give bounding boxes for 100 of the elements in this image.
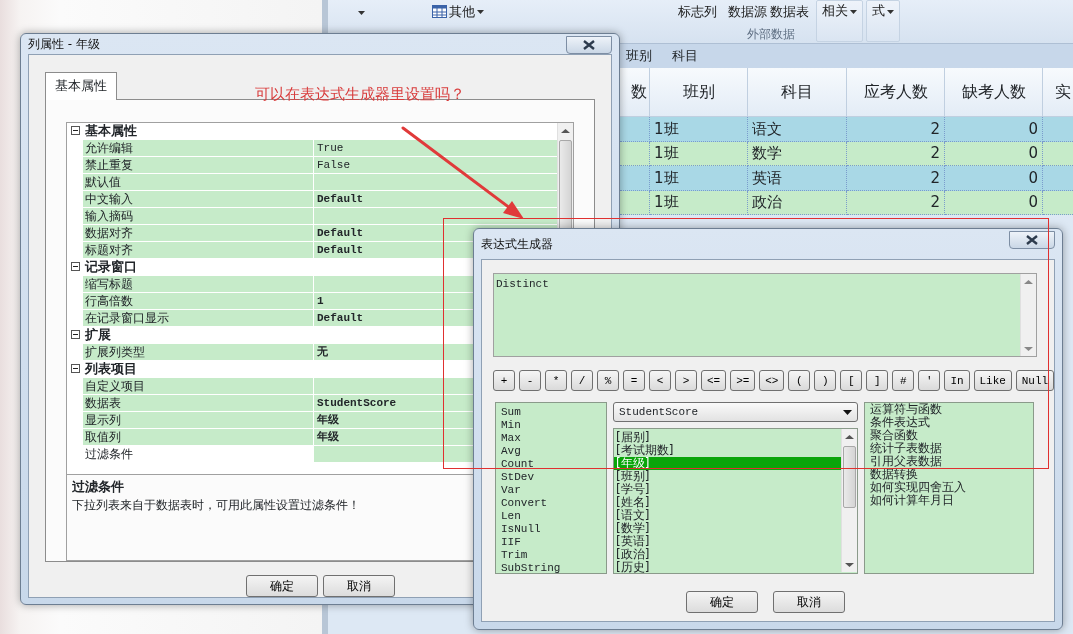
table-cell: 1班	[650, 117, 748, 142]
column-header[interactable]: 科目	[748, 68, 847, 117]
list-item[interactable]: [政治]	[614, 548, 841, 561]
table-cell	[1043, 190, 1073, 215]
table-dropdown[interactable]: StudentScore	[613, 402, 858, 422]
close-button[interactable]	[566, 36, 612, 54]
list-item[interactable]: IIF	[499, 536, 603, 549]
table-cell: 1班	[650, 166, 748, 191]
table-cell: 数学	[748, 141, 847, 166]
list-item[interactable]: [数学]	[614, 522, 841, 535]
column-header[interactable]: 实	[1043, 68, 1073, 117]
list-item[interactable]: SubString	[499, 562, 603, 573]
operator-button[interactable]: %	[597, 370, 619, 391]
table-cell: 0	[945, 117, 1043, 142]
close-icon	[1026, 235, 1038, 245]
category-label: 基本属性	[84, 122, 137, 139]
tab[interactable]: 基本属性	[45, 72, 117, 100]
table-cell: 1班	[650, 141, 748, 166]
group-by-field[interactable]: 班别	[626, 46, 652, 66]
table-cell	[620, 117, 650, 142]
scrollbar[interactable]	[841, 429, 857, 572]
table-cell	[1043, 166, 1073, 191]
description-title: 过滤条件	[72, 477, 124, 496]
list-item[interactable]: [班别]	[614, 470, 841, 483]
operator-button[interactable]: >	[675, 370, 697, 391]
list-item[interactable]: 条件表达式	[868, 416, 932, 429]
operator-button[interactable]: /	[571, 370, 593, 391]
operator-button[interactable]: *	[545, 370, 567, 391]
table-cell	[620, 141, 650, 166]
operator-button[interactable]: #	[892, 370, 915, 391]
dialog-button[interactable]: 取消	[322, 574, 395, 597]
ribbon-button[interactable]: 标志列	[678, 2, 717, 22]
operator-button[interactable]: In	[944, 370, 970, 391]
list-item[interactable]: 引用父表数据	[868, 455, 944, 468]
operator-button[interactable]: Like	[973, 370, 1012, 391]
table-icon	[432, 5, 447, 19]
table-cell	[1043, 141, 1073, 166]
ribbon-button[interactable]: 相关	[816, 0, 863, 42]
dialog-button[interactable]: 取消	[773, 591, 845, 613]
close-button[interactable]	[1009, 231, 1055, 249]
operator-button[interactable]: >=	[730, 370, 756, 391]
ribbon-button[interactable]: 其他	[432, 2, 484, 22]
column-header[interactable]: 班别	[650, 68, 748, 117]
table-cell: 2	[847, 166, 945, 191]
list-item[interactable]: Convert	[499, 497, 603, 510]
operator-button[interactable]: ]	[866, 370, 889, 391]
table-cell	[620, 166, 650, 191]
ribbon-button[interactable]: 数据源	[728, 2, 767, 22]
dialog-button[interactable]: 确定	[245, 574, 318, 597]
category-label: 列表项目	[84, 360, 137, 377]
operator-button[interactable]: <=	[701, 370, 727, 391]
list-item[interactable]: Avg	[499, 445, 603, 458]
list-item[interactable]: Len	[499, 510, 603, 523]
ribbon-button[interactable]: 数据表	[770, 2, 809, 22]
operator-button[interactable]: =	[623, 370, 645, 391]
list-item[interactable]: 数据转换	[868, 468, 920, 481]
column-header[interactable]: 数	[620, 68, 650, 117]
table-cell: 2	[847, 141, 945, 166]
operator-button[interactable]: <>	[759, 370, 785, 391]
list-item[interactable]: 统计子表数据	[868, 442, 944, 455]
table-cell	[620, 190, 650, 215]
table-cell: 1班	[650, 190, 748, 215]
list-item[interactable]: [英语]	[614, 535, 841, 548]
list-item[interactable]: Trim	[499, 549, 603, 562]
table-cell: 2	[847, 117, 945, 142]
list-item[interactable]: 运算符与函数	[868, 403, 944, 416]
column-header[interactable]: 应考人数	[847, 68, 945, 117]
list-item[interactable]: [历史]	[614, 561, 841, 573]
operator-button[interactable]: (	[788, 370, 811, 391]
group-by-field[interactable]: 科目	[672, 46, 698, 66]
table-cell: 英语	[748, 166, 847, 191]
list-item[interactable]: [学号]	[614, 483, 841, 496]
category-label: 记录窗口	[84, 258, 137, 275]
operator-button[interactable]: [	[840, 370, 863, 391]
scroll-up-icon	[561, 127, 570, 134]
list-item[interactable]: 如何计算年月日	[868, 494, 956, 507]
list-item[interactable]: [届别]	[614, 431, 841, 444]
list-item[interactable]: Var	[499, 484, 603, 497]
operator-button[interactable]: +	[493, 370, 515, 391]
operator-button[interactable]: <	[649, 370, 671, 391]
operator-button[interactable]: Null	[1015, 370, 1054, 391]
scroll-down-icon	[845, 562, 854, 568]
table-cell: 政治	[748, 190, 847, 215]
group-label: 外部数据	[747, 26, 795, 43]
ribbon-button[interactable]: 式	[866, 0, 900, 42]
operator-button[interactable]: -	[519, 370, 541, 391]
operator-button[interactable]: '	[918, 370, 941, 391]
list-item[interactable]: [语文]	[614, 509, 841, 522]
operator-button[interactable]: )	[814, 370, 837, 391]
table-cell: 0	[945, 190, 1043, 215]
list-item[interactable]: [姓名]	[614, 496, 841, 509]
list-item[interactable]: 聚合函数	[868, 429, 920, 442]
column-header[interactable]: 缺考人数	[945, 68, 1043, 117]
list-item[interactable]: [考试期数]	[614, 444, 841, 457]
table-cell	[1043, 117, 1073, 142]
table-cell: 语文	[748, 117, 847, 142]
dialog-button[interactable]: 确定	[686, 591, 758, 613]
list-item[interactable]: IsNull	[499, 523, 603, 536]
list-item[interactable]: StDev	[499, 471, 603, 484]
list-item[interactable]: 如何实现四舍五入	[868, 481, 968, 494]
